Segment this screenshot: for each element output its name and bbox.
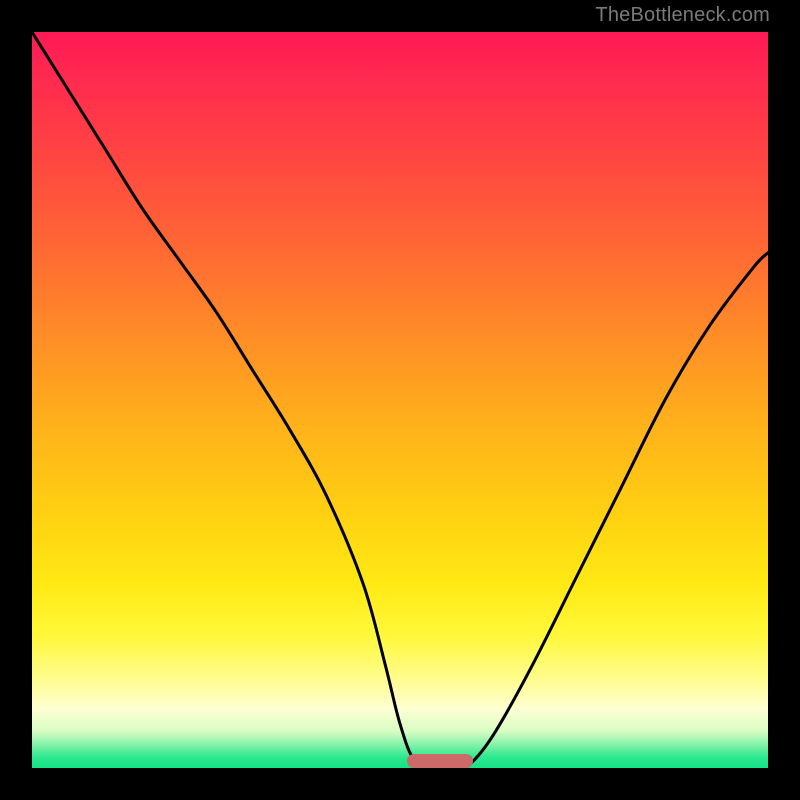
chart-frame: TheBottleneck.com [0, 0, 800, 800]
optimal-range-marker [407, 754, 473, 768]
plot-area [32, 32, 768, 768]
watermark-text: TheBottleneck.com [595, 4, 770, 27]
bottleneck-curve [32, 32, 768, 768]
